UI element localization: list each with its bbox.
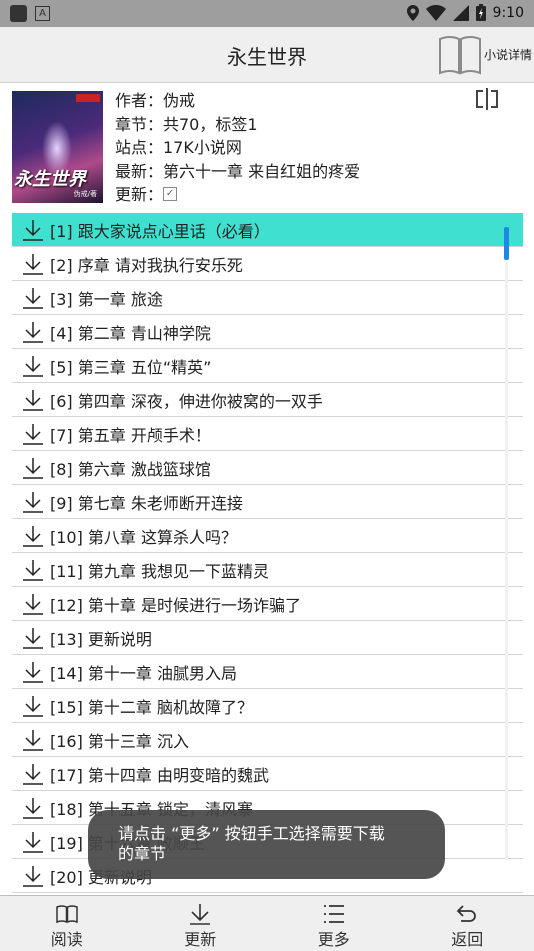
status-bar: A 9:10 [0, 0, 534, 27]
chapter-label: [14] 第十一章 油腻男入局 [50, 660, 237, 684]
scrollbar[interactable] [504, 227, 509, 260]
chapter-label: [10] 第八章 这算杀人吗？ [50, 524, 237, 548]
download-icon[interactable] [22, 592, 44, 616]
tab-update[interactable]: 更新 [134, 896, 268, 951]
download-icon[interactable] [22, 830, 44, 854]
chapter-label: [12] 第十章 是时候进行一场诈骗了 [50, 592, 301, 616]
cover-title: 永生世界 [14, 165, 86, 191]
book-cover[interactable]: 永生世界 伪戒/著 [12, 91, 103, 203]
chapter-label: [2] 序章 请对我执行安乐死 [50, 252, 243, 276]
download-icon[interactable] [22, 796, 44, 820]
download-icon[interactable] [22, 524, 44, 548]
a-icon: A [35, 6, 50, 21]
toast-line-2: 的章节 [118, 844, 445, 864]
download-icon[interactable] [22, 456, 44, 480]
chapter-row[interactable]: [6] 第四章 深夜，伸进你被窝的一双手 [12, 383, 523, 417]
chapters-line: 章节：共70，标签1 [115, 113, 360, 137]
chapter-row[interactable]: [9] 第七章 朱老师断开连接 [12, 485, 523, 519]
download-icon[interactable] [22, 252, 44, 276]
wifi-icon [426, 5, 446, 21]
download-icon[interactable] [22, 286, 44, 310]
status-time: 9:10 [493, 5, 524, 21]
download-icon[interactable] [22, 864, 44, 888]
chapter-label: [13] 更新说明 [50, 626, 152, 650]
scroll-track [505, 262, 508, 860]
download-icon[interactable] [22, 388, 44, 412]
open-book-icon [438, 33, 482, 75]
update-label: 更新： [115, 185, 163, 204]
chapter-list[interactable]: [1] 跟大家说点心里话（必看） [2] 序章 请对我执行安乐死 [3] 第一章 旅… [12, 213, 523, 893]
cover-author: 伪戒/著 [74, 189, 97, 199]
chapter-row[interactable]: [11] 第九章 我想见一下蓝精灵 [12, 553, 523, 587]
download-icon[interactable] [22, 320, 44, 344]
app-bar: 永生世界 小说详情 [0, 27, 534, 83]
novel-detail-button[interactable]: 小说详情 [438, 32, 532, 76]
battery-icon [476, 4, 486, 21]
list-icon [322, 903, 346, 925]
bottom-bar: 阅读 更新 更多 返回 [0, 895, 534, 951]
chapter-label: [17] 第十四章 由明变暗的魏武 [50, 762, 269, 786]
chapter-label: [3] 第一章 旅途 [50, 286, 163, 310]
download-icon[interactable] [22, 660, 44, 684]
author-line: 作者：伪戒 [115, 89, 360, 113]
download-icon[interactable] [22, 218, 44, 242]
toast-message: 请点击 “更多” 按钮手工选择需要下载 的章节 [88, 810, 445, 879]
chapter-label: [1] 跟大家说点心里话（必看） [50, 218, 270, 242]
chapter-row[interactable]: [3] 第一章 旅途 [12, 281, 523, 315]
download-icon[interactable] [22, 626, 44, 650]
chapter-label: [4] 第二章 青山神学院 [50, 320, 211, 344]
book-info: 永生世界 伪戒/著 作者：伪戒 章节：共70，标签1 站点：17K小说网 最新：… [0, 83, 534, 211]
chapter-label: [11] 第九章 我想见一下蓝精灵 [50, 558, 269, 582]
split-view-icon[interactable] [474, 88, 500, 110]
chapter-row[interactable]: [15] 第十二章 脑机故障了？ [12, 689, 523, 723]
download-icon[interactable] [22, 354, 44, 378]
latest-line: 最新：第六十一章 来自红姐的疼爱 [115, 160, 360, 184]
chapter-row[interactable]: [13] 更新说明 [12, 621, 523, 655]
tab-update-label: 更新 [184, 926, 216, 950]
chapter-label: [16] 第十三章 沉入 [50, 728, 189, 752]
chapter-row[interactable]: [7] 第五章 开颅手术！ [12, 417, 523, 451]
site-line: 站点：17K小说网 [115, 136, 360, 160]
tab-more[interactable]: 更多 [267, 896, 401, 951]
square-icon [10, 5, 27, 22]
chapter-label: [5] 第三章 五位“精英” [50, 354, 211, 378]
download-icon[interactable] [22, 558, 44, 582]
update-checkbox[interactable]: ✓ [163, 187, 177, 201]
chapter-row[interactable]: [4] 第二章 青山神学院 [12, 315, 523, 349]
chapter-row[interactable]: [14] 第十一章 油腻男入局 [12, 655, 523, 689]
download-icon[interactable] [22, 694, 44, 718]
tab-more-label: 更多 [318, 926, 350, 950]
chapter-label: [7] 第五章 开颅手术！ [50, 422, 211, 446]
download-icon[interactable] [22, 422, 44, 446]
chapter-row[interactable]: [16] 第十三章 沉入 [12, 723, 523, 757]
chapter-row[interactable]: [1] 跟大家说点心里话（必看） [12, 213, 523, 247]
novel-detail-label: 小说详情 [484, 46, 532, 63]
chapter-row[interactable]: [2] 序章 请对我执行安乐死 [12, 247, 523, 281]
chapter-label: [6] 第四章 深夜，伸进你被窝的一双手 [50, 388, 323, 412]
signal-icon [453, 5, 469, 21]
tab-back[interactable]: 返回 [401, 896, 534, 951]
toast-line-1: 请点击 “更多” 按钮手工选择需要下载 [118, 824, 445, 844]
chapter-label: [8] 第六章 激战篮球馆 [50, 456, 211, 480]
chapter-row[interactable]: [17] 第十四章 由明变暗的魏武 [12, 757, 523, 791]
download-icon [188, 903, 212, 925]
chapter-row[interactable]: [10] 第八章 这算杀人吗？ [12, 519, 523, 553]
tab-back-label: 返回 [451, 926, 483, 950]
chapter-row[interactable]: [5] 第三章 五位“精英” [12, 349, 523, 383]
book-icon [55, 903, 79, 925]
download-icon[interactable] [22, 490, 44, 514]
chapter-label: [9] 第七章 朱老师断开连接 [50, 490, 243, 514]
tab-read-label: 阅读 [51, 926, 83, 950]
download-icon[interactable] [22, 762, 44, 786]
chapter-label: [15] 第十二章 脑机故障了？ [50, 694, 253, 718]
chapter-row[interactable]: [12] 第十章 是时候进行一场诈骗了 [12, 587, 523, 621]
tab-read[interactable]: 阅读 [0, 896, 134, 951]
chapter-row[interactable]: [8] 第六章 激战篮球馆 [12, 451, 523, 485]
return-icon [455, 903, 479, 925]
download-icon[interactable] [22, 728, 44, 752]
location-icon [407, 5, 419, 21]
